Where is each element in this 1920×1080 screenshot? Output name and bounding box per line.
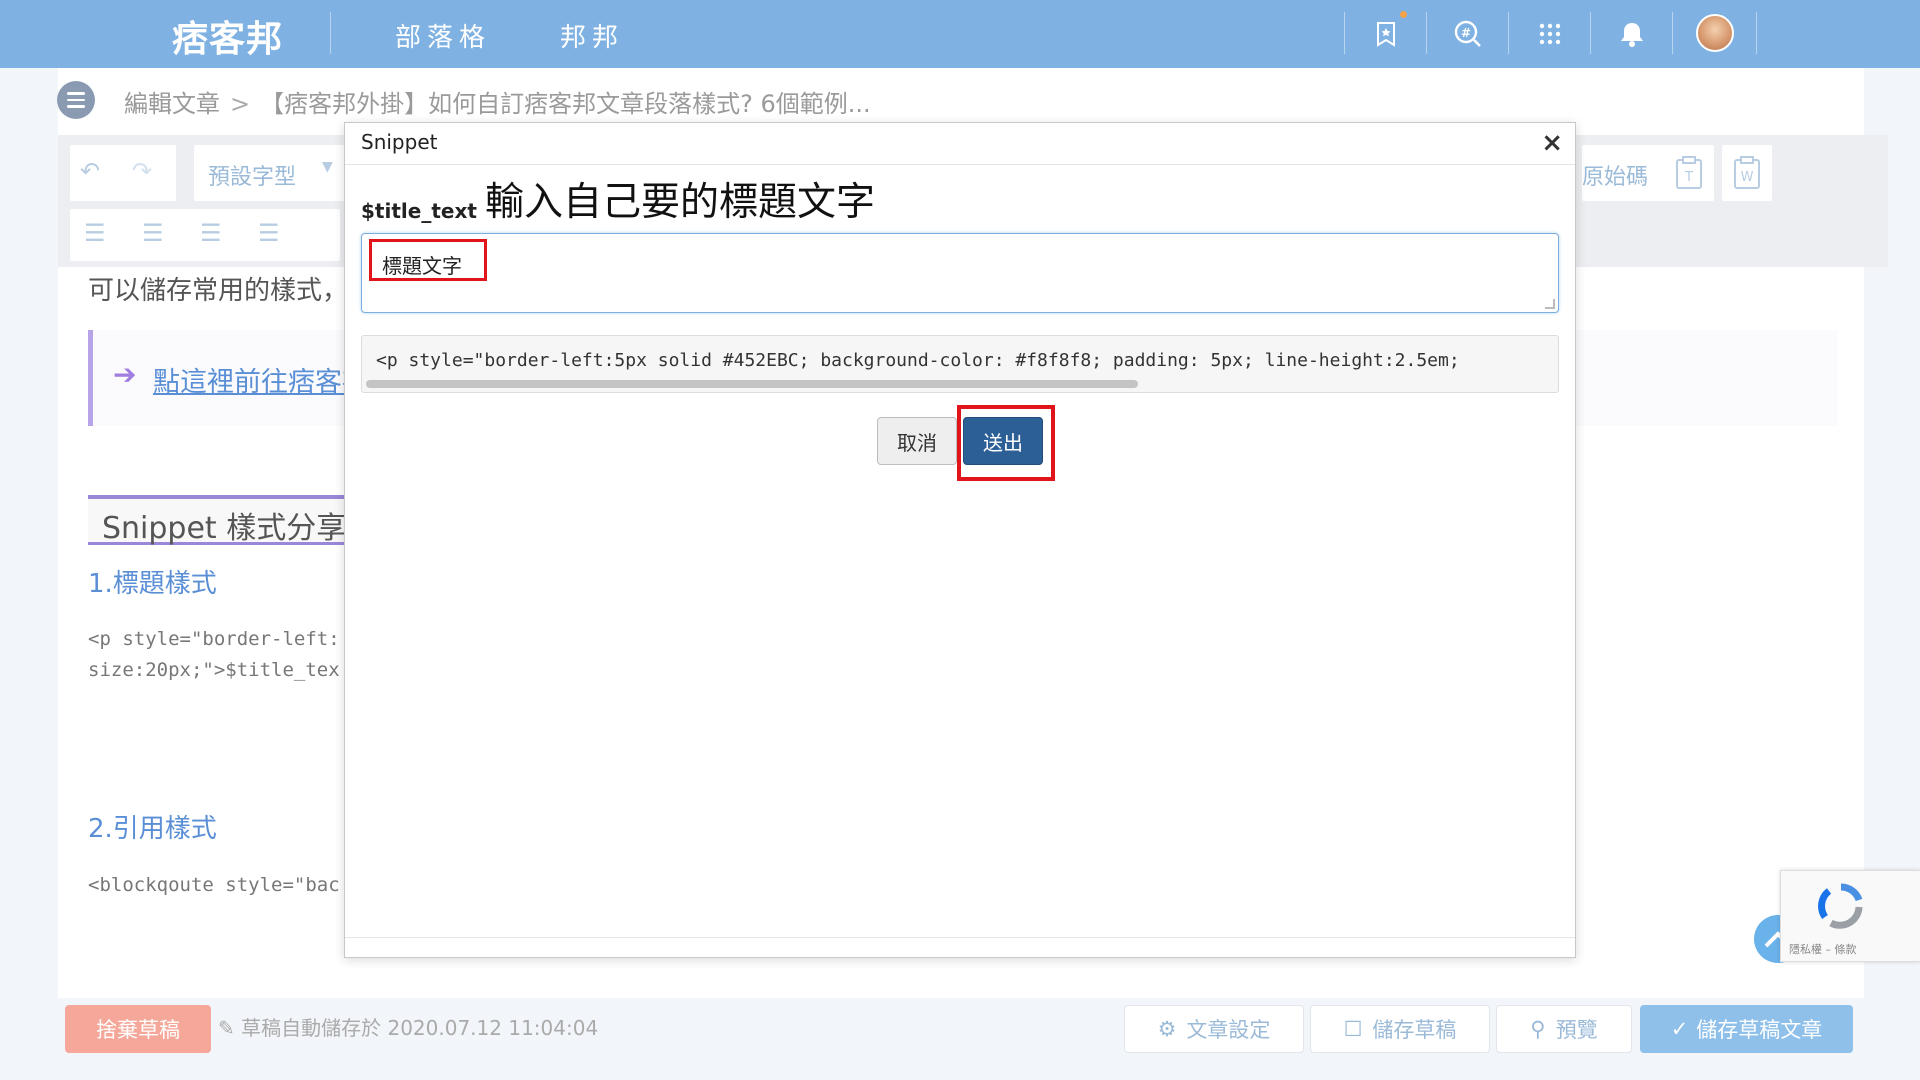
align-left-icon[interactable]: ☰ [84, 219, 106, 247]
annotation-highlight-submit [957, 405, 1055, 481]
nav-divider [1508, 12, 1509, 54]
undo-redo-group: ↶ ↷ [70, 145, 176, 201]
menu-icon[interactable] [57, 81, 95, 119]
recaptcha-icon [1818, 883, 1863, 929]
undo-icon[interactable]: ↶ [80, 157, 100, 185]
resize-handle[interactable] [1545, 299, 1555, 309]
dialog-divider [345, 937, 1575, 938]
top-navbar: 痞客邦 部落格 邦邦 # [0, 0, 1920, 68]
align-justify-icon[interactable]: ☰ [258, 219, 280, 247]
subheading-title-style: 1.標題樣式 [88, 569, 217, 599]
source-code-label: 原始碼 [1582, 165, 1649, 190]
snippet-dialog: Snippet × 輸入自己要的標題文字 $title_text 標題文字 <p… [344, 122, 1576, 958]
code-line: <blockqoute style="bac [88, 874, 340, 896]
section-heading: Snippet 樣式分享 [88, 495, 348, 546]
cancel-button[interactable]: 取消 [877, 417, 957, 465]
svg-text:W: W [1741, 170, 1754, 185]
dialog-title: Snippet [361, 130, 438, 154]
code-line: size:20px;">$title_tex [88, 659, 340, 681]
code-sample: <p style="border-left: size:20px;">$titl… [88, 624, 340, 686]
breadcrumb-parent[interactable]: 編輯文章 [124, 90, 220, 118]
breadcrumb-separator: > [230, 90, 251, 118]
preview-label: 預覽 [1555, 1018, 1598, 1042]
nav-divider [1672, 12, 1673, 54]
avatar[interactable] [1696, 14, 1734, 52]
apps-grid-icon[interactable] [1530, 14, 1570, 54]
svg-text:T: T [1684, 170, 1693, 185]
chevron-down-icon: ▼ [322, 159, 333, 175]
svg-text:#: # [1461, 26, 1471, 40]
recaptcha-text[interactable]: 隱私權 – 條款 [1789, 941, 1857, 957]
breadcrumb-current: 【痞客邦外掛】如何自訂痞客邦文章段落樣式? 6個範例... [260, 90, 871, 118]
save-draft-label: 儲存草稿 [1372, 1018, 1457, 1042]
quote-link[interactable]: 點這裡前往痞客邦 [153, 360, 369, 399]
breadcrumb: 編輯文章 > 【痞客邦外掛】如何自訂痞客邦文章段落樣式? 6個範例... [124, 84, 871, 119]
code-line: <p style="border-left: [88, 628, 340, 650]
publish-label: 儲存草稿文章 [1696, 1018, 1823, 1042]
nav-divider [1590, 12, 1591, 54]
title-text-input[interactable]: 標題文字 [361, 233, 1559, 313]
bell-icon[interactable] [1612, 14, 1652, 54]
align-center-icon[interactable]: ☰ [142, 219, 164, 247]
section-heading-text: Snippet 樣式分享 [102, 511, 347, 546]
paste-word-icon[interactable]: W [1722, 145, 1772, 201]
close-icon[interactable]: × [1541, 128, 1563, 158]
nav-link-blog[interactable]: 部落格 [395, 17, 491, 54]
autosave-text: 草稿自動儲存於 2020.07.12 11:04:04 [241, 1016, 599, 1040]
bookmark-star-icon[interactable] [1366, 14, 1406, 54]
nav-divider [1426, 12, 1427, 54]
arrow-right-icon: ➔ [113, 358, 137, 391]
article-settings-button[interactable]: ⚙ 文章設定 [1124, 1005, 1304, 1053]
align-right-icon[interactable]: ☰ [200, 219, 222, 247]
edit-icon: ✎ [218, 1016, 242, 1040]
code-preview-text: <p style="border-left:5px solid #452EBC;… [376, 350, 1460, 371]
recaptcha-badge[interactable]: 隱私權 – 條款 [1780, 870, 1920, 962]
discard-draft-button[interactable]: 捨棄草稿 [65, 1005, 211, 1053]
notification-dot [1400, 11, 1407, 18]
annotation-instruction: 輸入自己要的標題文字 [485, 180, 876, 225]
dialog-header: Snippet × [345, 123, 1575, 165]
font-select[interactable]: 預設字型 ▼ [194, 145, 346, 201]
code-sample: <blockqoute style="bac [88, 870, 340, 901]
check-icon: ✓ [1670, 1017, 1689, 1041]
redo-icon[interactable]: ↷ [132, 157, 152, 185]
site-logo[interactable]: 痞客邦 [172, 10, 283, 62]
article-intro: 可以儲存常用的樣式， [88, 276, 349, 306]
preview-button[interactable]: ⚲ 預覽 [1496, 1005, 1632, 1053]
nav-link-bangbang[interactable]: 邦邦 [560, 17, 624, 54]
code-preview: <p style="border-left:5px solid #452EBC;… [361, 335, 1559, 393]
gear-icon: ⚙ [1157, 1017, 1177, 1041]
publish-button[interactable]: ✓ 儲存草稿文章 [1640, 1005, 1853, 1053]
font-select-value: 預設字型 [208, 165, 297, 190]
horizontal-scrollbar[interactable] [366, 380, 1138, 388]
article-settings-label: 文章設定 [1186, 1018, 1271, 1042]
paste-text-icon[interactable]: T [1664, 145, 1714, 201]
save-draft-button[interactable]: ☐ 儲存草稿 [1310, 1005, 1490, 1053]
annotation-highlight-input [369, 239, 487, 281]
nav-divider [330, 12, 331, 54]
title-text-label: $title_text [361, 199, 477, 223]
align-group: ☰ ☰ ☰ ☰ [70, 209, 340, 261]
note-icon: ☐ [1343, 1017, 1363, 1041]
subheading-quote-style: 2.引用樣式 [88, 814, 217, 844]
search-icon: ⚲ [1530, 1017, 1546, 1041]
hashtag-search-icon[interactable]: # [1448, 14, 1488, 54]
autosave-status: ✎ 草稿自動儲存於 2020.07.12 11:04:04 [218, 1012, 598, 1041]
nav-divider [1344, 12, 1345, 54]
nav-divider [1756, 12, 1757, 54]
